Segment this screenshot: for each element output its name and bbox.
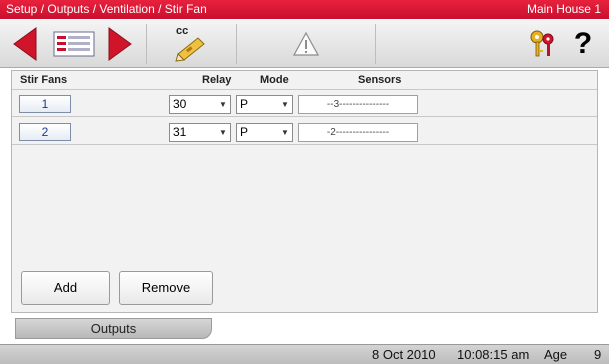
add-button[interactable]: Add [21,271,110,305]
warning-icon [292,31,320,56]
relay-select[interactable]: 30 ▼ [169,95,231,114]
help-button[interactable]: ? [566,24,600,64]
header-sensors: Sensors [358,74,402,86]
forward-arrow-icon [108,27,132,61]
mode-select[interactable]: P ▼ [236,123,293,142]
forward-button[interactable] [103,24,137,64]
access-keys-button[interactable] [525,24,559,64]
back-arrow-icon [13,27,37,61]
list-view-button[interactable] [50,24,98,64]
remove-button[interactable]: Remove [119,271,213,305]
sensors-field[interactable]: --3--------------- [298,95,418,114]
back-button[interactable] [8,24,42,64]
status-age-value: 9 [594,347,602,362]
title-bar: Setup / Outputs / Ventilation / Stir Fan… [0,0,609,19]
relay-value: 31 [173,125,187,139]
status-age-label: Age [544,347,568,362]
relay-select[interactable]: 31 ▼ [169,123,231,142]
house-name: Main House 1 [526,2,601,16]
mode-value: P [240,125,249,139]
chevron-down-icon: ▼ [281,128,289,137]
stir-fan-number-button[interactable]: 2 [19,123,71,141]
list-card-icon [53,31,95,57]
chevron-down-icon: ▼ [219,100,227,109]
header-mode: Mode [260,74,289,86]
mode-select[interactable]: P ▼ [236,95,293,114]
alarm-button[interactable] [291,24,321,64]
tab-outputs[interactable]: Outputs [15,318,212,339]
status-time: 10:08:15 am [457,347,530,362]
keys-icon [530,30,554,57]
header-relay: Relay [202,74,232,86]
sensors-field[interactable]: -2---------------- [298,123,418,142]
chevron-down-icon: ▼ [219,128,227,137]
stir-fan-number-button[interactable]: 1 [19,95,71,113]
cc-tool-button[interactable]: cc [170,24,210,64]
status-bar: 8 Oct 2010 10:08:15 am Age 9 [0,344,609,364]
relay-value: 30 [173,97,187,111]
table-row: 2 31 ▼ P ▼ -2---------------- [12,121,597,143]
toolbar: cc ? [0,20,609,68]
breadcrumb: Setup / Outputs / Ventilation / Stir Fan [6,2,207,16]
mode-value: P [240,97,249,111]
header-stir-fans: Stir Fans [20,74,68,86]
table-row: 1 30 ▼ P ▼ --3--------------- [12,93,597,115]
chevron-down-icon: ▼ [281,100,289,109]
status-date: 8 Oct 2010 [372,347,436,362]
cc-label: cc [176,25,189,37]
